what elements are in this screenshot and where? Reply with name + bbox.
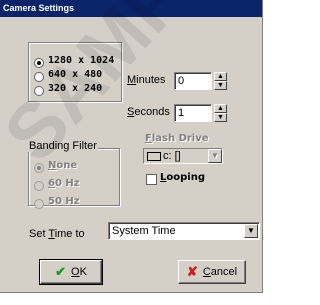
flash-drive-combo[interactable]: c: [] ▼ bbox=[143, 148, 223, 164]
banding-50hz-radio[interactable] bbox=[34, 199, 44, 209]
flash-drive-value: c: [] bbox=[163, 150, 181, 162]
minutes-spinner[interactable]: ▲ ▼ bbox=[214, 72, 227, 90]
banding-60hz-radio[interactable] bbox=[34, 181, 44, 191]
ok-button-label: OK bbox=[71, 266, 87, 278]
set-time-dropdown-icon[interactable]: ▼ bbox=[244, 224, 258, 238]
seconds-input[interactable]: 1 bbox=[174, 104, 212, 122]
banding-60hz-label[interactable]: 60 Hz bbox=[48, 178, 80, 189]
set-time-label: Set Time to bbox=[29, 228, 85, 240]
checkmark-icon: ✔ bbox=[55, 264, 66, 279]
minutes-input[interactable]: 0 bbox=[174, 72, 212, 90]
seconds-down-arrow-icon[interactable]: ▼ bbox=[214, 113, 227, 122]
drive-icon bbox=[147, 152, 161, 161]
ok-button[interactable]: ✔ OK bbox=[39, 259, 103, 285]
flash-drive-label: Flash Drive bbox=[145, 133, 209, 144]
minutes-up-arrow-icon[interactable]: ▲ bbox=[214, 72, 227, 81]
seconds-label: Seconds bbox=[127, 106, 170, 118]
resolution-320-radio[interactable] bbox=[34, 86, 44, 96]
banding-filter-title: Banding Filter bbox=[28, 140, 98, 152]
minutes-label: Minutes bbox=[127, 74, 166, 86]
cancel-button[interactable]: ✘ Cancel bbox=[178, 260, 246, 284]
seconds-spinner[interactable]: ▲ ▼ bbox=[214, 104, 227, 122]
resolution-320-label[interactable]: 320 x 240 bbox=[48, 83, 102, 94]
set-time-select[interactable]: System Time ▼ bbox=[108, 222, 260, 240]
minutes-down-arrow-icon[interactable]: ▼ bbox=[214, 81, 227, 90]
resolution-640-radio[interactable] bbox=[34, 72, 44, 82]
seconds-up-arrow-icon[interactable]: ▲ bbox=[214, 104, 227, 113]
flash-drive-dropdown-icon[interactable]: ▼ bbox=[208, 149, 222, 163]
resolution-1280-label[interactable]: 1280 x 1024 bbox=[48, 55, 114, 66]
set-time-value: System Time bbox=[112, 225, 176, 237]
cancel-button-label: Cancel bbox=[202, 266, 238, 278]
resolution-640-label[interactable]: 640 x 480 bbox=[48, 69, 102, 80]
banding-50hz-label[interactable]: 50 Hz bbox=[48, 196, 80, 207]
camera-settings-dialog: Camera Settings 1280 x 1024 640 x 480 32… bbox=[0, 0, 263, 293]
title-bar: Camera Settings bbox=[0, 0, 262, 17]
banding-none-label[interactable]: None bbox=[48, 160, 77, 171]
looping-checkbox[interactable] bbox=[146, 174, 157, 185]
looping-label[interactable]: Looping bbox=[160, 172, 205, 183]
banding-none-radio[interactable] bbox=[34, 163, 44, 173]
window-title: Camera Settings bbox=[3, 3, 75, 13]
resolution-1280-radio[interactable] bbox=[34, 58, 44, 68]
cross-icon: ✘ bbox=[186, 264, 198, 279]
